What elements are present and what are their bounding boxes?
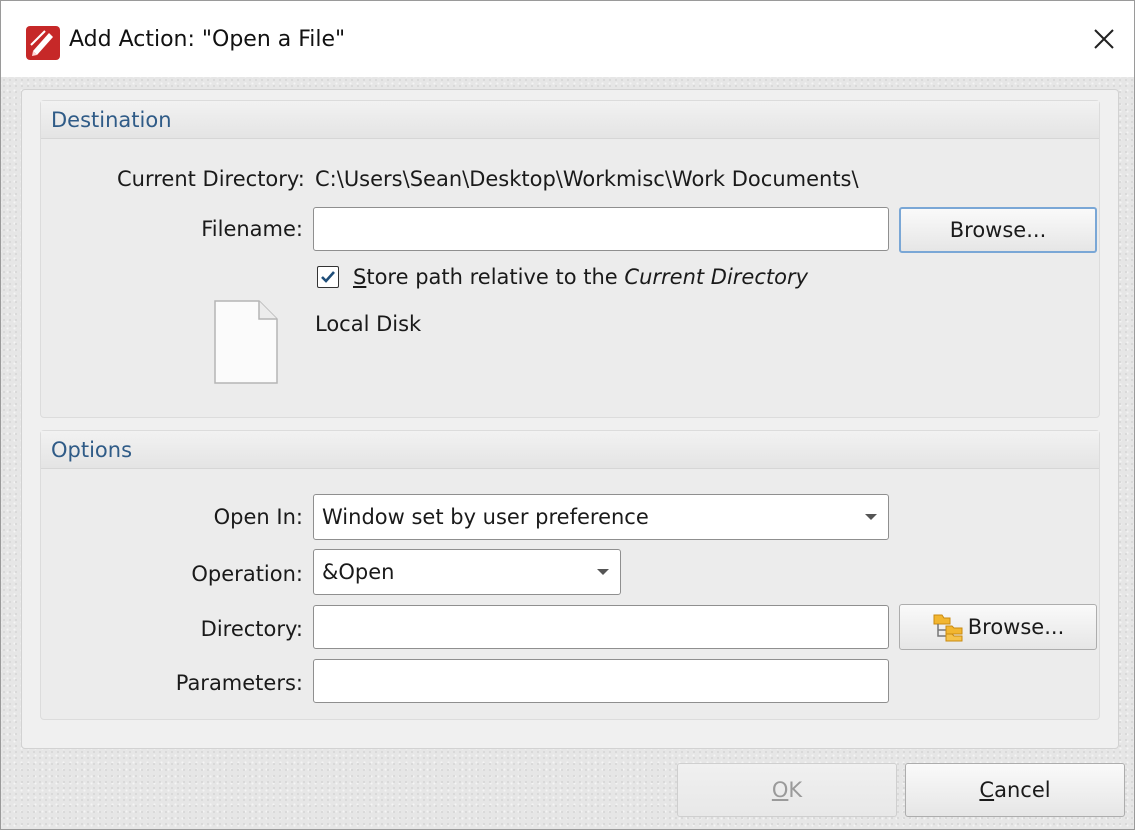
store-relative-text: tore path relative to the [366, 265, 625, 289]
close-button[interactable] [1082, 17, 1126, 61]
operation-label: Operation: [191, 562, 303, 586]
parameters-field[interactable] [313, 659, 889, 703]
folder-tree-icon [933, 614, 963, 642]
parameters-label: Parameters: [175, 671, 303, 695]
document-icon [214, 300, 278, 384]
store-relative-mnemonic: S [353, 265, 367, 289]
title-bar: Add Action: "Open a File" [1, 1, 1134, 77]
open-in-label: Open In: [213, 505, 303, 529]
filename-browse-button[interactable]: Browse... [899, 207, 1097, 253]
checkmark-icon [321, 271, 335, 283]
directory-browse-label: Browse... [967, 615, 1065, 639]
dialog-body: Destination Current Directory: C:\Users\… [1, 77, 1134, 829]
options-group: Options Open In: Window set by user pref… [40, 430, 1100, 720]
current-directory-label: Current Directory: [117, 167, 305, 191]
cancel-mnemonic: C [979, 778, 995, 802]
store-relative-label[interactable]: Store path relative to the Current Direc… [353, 265, 808, 289]
content-panel: Destination Current Directory: C:\Users\… [21, 89, 1119, 749]
pdf-editor-app-icon [26, 26, 60, 60]
destination-group: Destination Current Directory: C:\Users\… [40, 100, 1100, 418]
dialog-window: Add Action: "Open a File" Destination Cu… [0, 0, 1135, 830]
filename-input[interactable] [314, 208, 888, 250]
ok-mnemonic: O [771, 778, 789, 802]
filename-field[interactable] [313, 207, 889, 251]
filename-browse-label: Browse... [949, 218, 1047, 242]
directory-field[interactable] [313, 605, 889, 649]
parameters-input[interactable] [314, 660, 888, 702]
directory-browse-button[interactable]: Browse... [899, 604, 1097, 650]
cancel-label-rest: ancel [994, 778, 1051, 802]
chevron-down-icon [865, 514, 877, 520]
store-relative-italic: Current Directory [624, 265, 809, 289]
directory-label: Directory: [200, 617, 303, 641]
operation-value: &Open [322, 560, 395, 584]
operation-select[interactable]: &Open [313, 549, 621, 595]
current-directory-value: C:\Users\Sean\Desktop\Workmisc\Work Docu… [315, 167, 859, 191]
filename-label: Filename: [201, 217, 303, 241]
ok-button[interactable]: OK [677, 763, 897, 817]
destination-header: Destination [41, 101, 1099, 139]
cancel-button[interactable]: Cancel [905, 763, 1125, 817]
file-location-label: Local Disk [315, 312, 422, 336]
directory-input[interactable] [314, 606, 888, 648]
close-icon [1094, 29, 1114, 49]
dialog-title: Add Action: "Open a File" [69, 27, 346, 52]
ok-label-rest: K [788, 778, 803, 802]
open-in-select[interactable]: Window set by user preference [313, 494, 889, 540]
open-in-value: Window set by user preference [322, 505, 649, 529]
options-header: Options [41, 431, 1099, 469]
store-relative-checkbox[interactable] [317, 266, 339, 288]
chevron-down-icon [597, 569, 609, 575]
